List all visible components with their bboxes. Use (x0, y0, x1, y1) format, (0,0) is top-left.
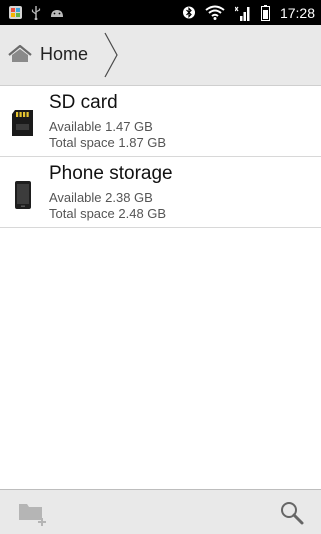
storage-available: Available 2.38 GB (49, 190, 153, 205)
wifi-icon (205, 5, 225, 20)
signal-icon (234, 5, 251, 21)
bottom-toolbar (0, 489, 321, 534)
new-folder-icon (19, 504, 46, 526)
phone-icon (12, 181, 36, 214)
breadcrumb-home[interactable]: Home (8, 31, 88, 77)
breadcrumb-separator (104, 32, 118, 78)
photos-notification-icon (9, 6, 22, 19)
list-item-sd-card[interactable]: SD card Available 1.47 GB Total space 1.… (0, 86, 321, 157)
usb-icon (31, 5, 41, 20)
sd-card-icon (12, 110, 36, 141)
storage-total: Total space 2.48 GB (49, 206, 167, 221)
android-debug-icon (50, 8, 64, 18)
status-bar: 17:28 (0, 0, 321, 25)
search-button[interactable] (279, 500, 305, 526)
storage-name: SD card (49, 92, 118, 113)
storage-available: Available 1.47 GB (49, 119, 153, 134)
status-right-group: 17:28 (182, 4, 321, 21)
storage-total: Total space 1.87 GB (49, 135, 167, 150)
breadcrumb: Home (0, 25, 321, 86)
battery-icon (260, 4, 270, 21)
breadcrumb-home-label: Home (40, 43, 89, 64)
storage-name: Phone storage (49, 163, 173, 184)
status-time: 17:28 (279, 4, 315, 21)
bluetooth-icon (182, 5, 195, 20)
status-left-group (0, 5, 64, 20)
new-folder-button[interactable] (18, 500, 50, 526)
search-icon (281, 502, 304, 525)
list-item-phone-storage[interactable]: Phone storage Available 2.38 GB Total sp… (0, 157, 321, 228)
home-icon (8, 45, 32, 63)
storage-list: SD card Available 1.47 GB Total space 1.… (0, 86, 321, 228)
